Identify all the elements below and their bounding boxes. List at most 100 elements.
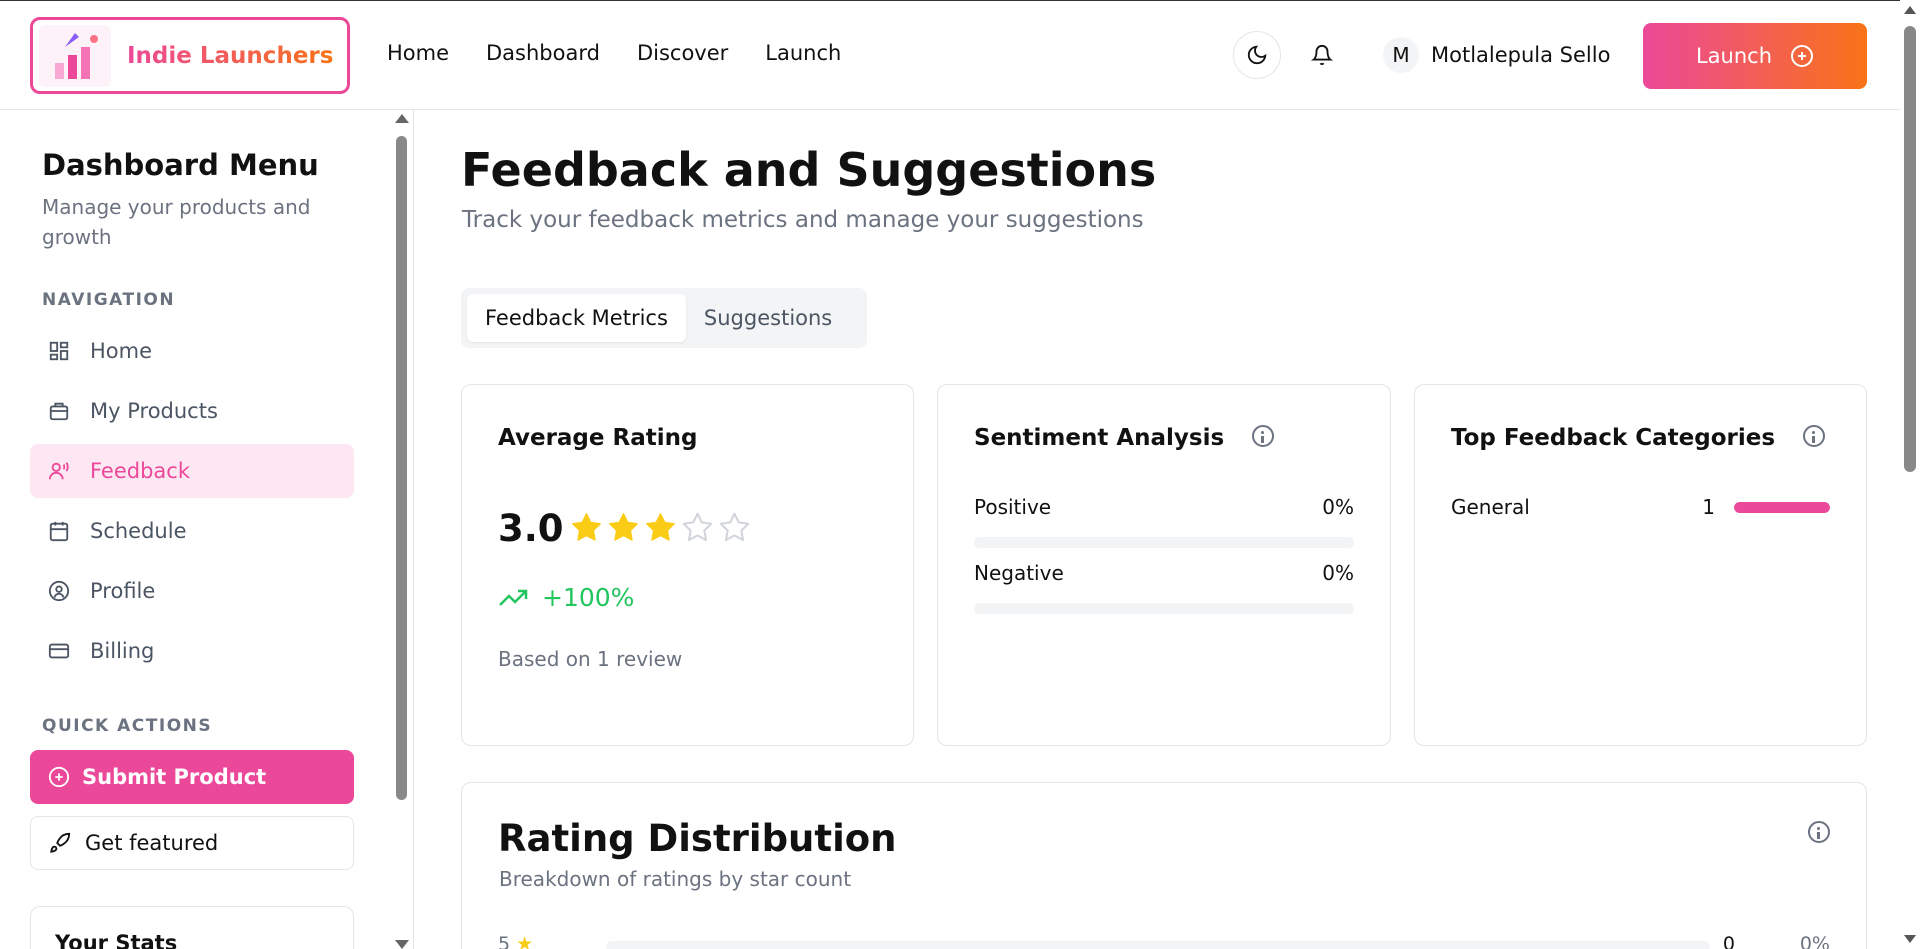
launch-button[interactable]: Launch [1643,23,1867,89]
sidebar-item-label: Profile [90,579,156,603]
page-title: Feedback and Suggestions [461,143,1157,197]
star-filled-icon [572,513,601,541]
scroll-down-arrow[interactable] [395,940,409,949]
sidebar-item-feedback[interactable]: Feedback [30,444,354,498]
rating-value: 3.0 [498,507,564,550]
trending-up-icon [499,589,528,606]
average-rating-card: Average Rating 3.0 +100% Based on 1 revi… [461,384,914,746]
card-title: Rating Distribution [498,817,897,860]
sidebar-item-label: Feedback [90,459,191,483]
top-navbar: Indie Launchers Home Dashboard Discover … [0,0,1900,110]
sidebar: Dashboard Menu Manage your products and … [0,110,414,949]
star-filled-icon [609,513,638,541]
user-circle-icon [48,580,70,602]
navigation-label: NAVIGATION [42,290,176,310]
card-title-text: Top Feedback Categories [1451,425,1776,451]
card-title: Top Feedback Categories [1451,425,1826,451]
get-featured-button[interactable]: Get featured [30,816,354,870]
distribution-count: 0 [1722,933,1735,949]
calendar-icon [49,521,69,542]
theme-toggle-button[interactable] [1233,31,1281,79]
sidebar-scrollbar[interactable] [393,110,409,949]
grid-icon [49,341,69,361]
moon-icon [1247,45,1267,65]
avatar: M [1383,37,1419,73]
category-label: General [1451,495,1530,519]
submit-product-button[interactable]: Submit Product [30,750,354,804]
sentiment-label: Positive [974,495,1052,519]
category-bar-fill [1734,502,1830,513]
star-icon: ★ [516,933,534,949]
user-name: Motlalepula Sello [1431,43,1611,67]
card-title: Sentiment Analysis [974,425,1275,451]
bell-icon [1311,45,1333,66]
category-bar [1734,502,1830,513]
tab-suggestions[interactable]: Suggestions [686,294,850,342]
star-empty-icon [719,512,750,542]
sidebar-item-billing[interactable]: Billing [30,624,354,678]
scroll-up-arrow[interactable] [1904,6,1916,14]
tab-feedback-metrics[interactable]: Feedback Metrics [467,294,686,342]
sentiment-percent: 0% [1322,561,1354,585]
top-feedback-categories-card: Top Feedback Categories General 1 [1414,384,1867,746]
star-count-label: 5 [498,933,511,949]
sidebar-item-profile[interactable]: Profile [30,564,354,618]
card-title: Average Rating [498,425,698,451]
nav-discover[interactable]: Discover [637,41,728,65]
card-subtitle: Breakdown of ratings by star count [499,867,852,891]
feedback-icon [48,462,69,480]
sentiment-analysis-card: Sentiment Analysis Positive 0% Negative … [937,384,1391,746]
card-title-text: Sentiment Analysis [974,425,1225,451]
logo-image [39,24,111,87]
sidebar-item-schedule[interactable]: Schedule [30,504,354,558]
sentiment-label: Negative [974,561,1064,585]
info-icon[interactable] [1808,821,1830,843]
sidebar-item-label: My Products [90,399,218,423]
page-subtitle: Track your feedback metrics and manage y… [462,207,1144,233]
category-count: 1 [1702,495,1715,519]
distribution-percent: 0% [1799,933,1830,949]
nav-launch[interactable]: Launch [765,41,841,65]
rating-trend: +100% [498,583,634,612]
page-scrollbar[interactable] [1900,0,1920,949]
scroll-down-arrow[interactable] [1904,935,1916,943]
sidebar-item-label: Billing [90,639,155,663]
sidebar-item-my-products[interactable]: My Products [30,384,354,438]
nav-dashboard[interactable]: Dashboard [486,41,600,65]
notifications-button[interactable] [1308,41,1336,69]
scrollbar-thumb[interactable] [1904,26,1916,472]
distribution-bar [606,941,1710,949]
sentiment-bar [974,603,1354,614]
plus-circle-icon [1791,45,1814,67]
logo-link[interactable]: Indie Launchers [30,17,350,94]
sidebar-subtitle: Manage your products and growth [42,195,311,249]
rating-distribution-card: Rating Distribution Breakdown of ratings… [461,782,1867,949]
info-icon[interactable] [1803,425,1826,447]
star-empty-icon [682,512,713,542]
sentiment-percent: 0% [1322,495,1354,519]
nav-home[interactable]: Home [387,41,449,65]
logo-text: Indie Launchers [127,42,334,69]
sentiment-bar [974,537,1354,548]
scroll-up-arrow[interactable] [395,114,409,123]
star-rating [570,511,751,544]
tab-list: Feedback Metrics Suggestions [461,288,867,348]
quick-actions-label: QUICK ACTIONS [42,716,213,736]
credit-card-icon [48,643,70,659]
sidebar-title: Dashboard Menu [42,148,319,182]
rocket-icon [50,832,71,853]
sidebar-item-home[interactable]: Home [30,324,354,378]
main-nav: Home Dashboard Discover Launch [387,41,841,65]
package-icon [49,402,69,421]
scrollbar-thumb[interactable] [396,136,407,800]
sidebar-item-label: Schedule [90,519,187,543]
submit-product-label: Submit Product [82,765,267,789]
your-stats-title: Your Stats [55,931,178,949]
info-icon[interactable] [1252,425,1275,447]
review-count: Based on 1 review [498,647,683,671]
trend-value: +100% [542,583,635,612]
star-filled-icon [646,513,675,541]
user-menu[interactable]: M Motlalepula Sello [1383,37,1610,73]
plus-circle-icon [48,766,70,788]
your-stats-card: Your Stats [30,906,354,949]
